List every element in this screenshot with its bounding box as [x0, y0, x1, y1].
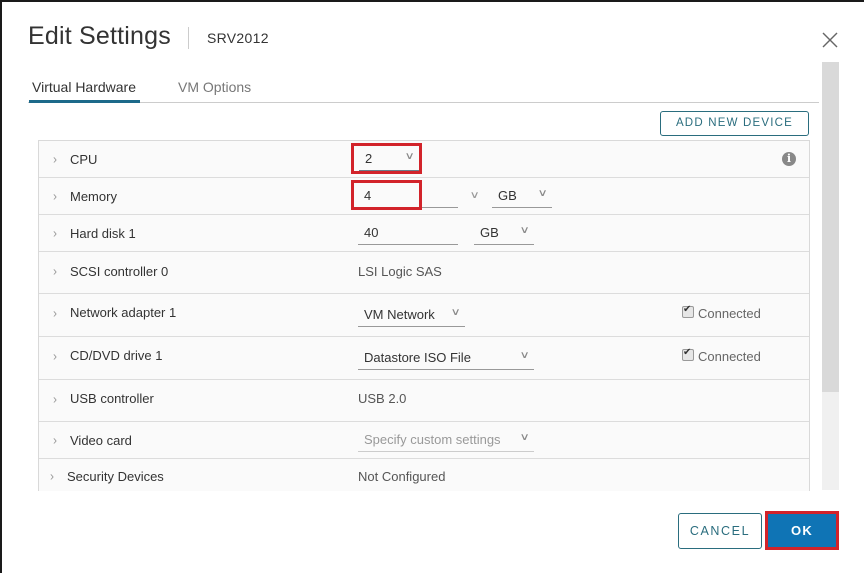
tab-virtual-hardware[interactable]: Virtual Hardware [28, 79, 141, 103]
chevron-down-icon: ∨ [537, 188, 548, 199]
cddvd-connected-label: Connected [698, 349, 761, 364]
chevron-down-icon: ∨ [519, 225, 530, 236]
add-new-device-button[interactable]: ADD NEW DEVICE [660, 111, 809, 136]
expand-chevron-icon[interactable]: › [53, 348, 57, 363]
network-connected-checkbox[interactable] [682, 304, 694, 318]
hardware-row-scsi: › SCSI controller 0 LSI Logic SAS [39, 252, 809, 294]
dialog-title: Edit Settings [28, 22, 171, 50]
hard-disk-size-input[interactable]: 40 [358, 225, 458, 245]
chevron-down-icon: ∨ [450, 307, 461, 318]
scrollbar[interactable] [822, 62, 839, 490]
hard-disk-label: Hard disk 1 [70, 226, 136, 241]
memory-highlight-box [351, 180, 422, 210]
cddvd-value: Datastore ISO File [364, 350, 471, 365]
expand-chevron-icon[interactable]: › [53, 188, 57, 203]
chevron-down-icon: ∨ [519, 432, 530, 443]
hard-disk-unit-select[interactable]: GB ∨ [474, 225, 534, 245]
hard-disk-size: 40 [364, 225, 379, 240]
video-value: Specify custom settings [364, 432, 501, 447]
info-icon[interactable]: i [782, 152, 796, 166]
scsi-label: SCSI controller 0 [70, 264, 169, 279]
hardware-row-memory: › Memory 4 ∨ GB ∨ [39, 178, 809, 215]
expand-chevron-icon[interactable]: › [53, 225, 57, 240]
expand-chevron-icon[interactable]: › [53, 263, 57, 278]
memory-preset-dropdown-icon[interactable]: ∨ [470, 190, 480, 201]
ok-button[interactable]: OK [768, 514, 836, 547]
memory-unit-select[interactable]: GB ∨ [492, 188, 552, 208]
security-label: Security Devices [67, 469, 164, 484]
cancel-button[interactable]: CANCEL [678, 513, 762, 549]
expand-chevron-icon[interactable]: › [53, 305, 57, 320]
network-value: VM Network [364, 307, 435, 322]
tab-vm-options[interactable]: VM Options [178, 79, 251, 102]
window-frame-left [0, 0, 2, 573]
cpu-label: CPU [70, 152, 98, 167]
hardware-row-usb: › USB controller USB 2.0 [39, 380, 809, 422]
expand-chevron-icon[interactable]: › [53, 391, 57, 406]
hardware-list: › CPU 2 ∨ i › Memory 4 ∨ GB ∨ › Hard dis… [38, 140, 810, 491]
security-value: Not Configured [358, 469, 446, 484]
hardware-row-hard-disk: › Hard disk 1 40 GB ∨ [39, 215, 809, 252]
cddvd-select[interactable]: Datastore ISO File ∨ [358, 350, 534, 370]
network-connected-label: Connected [698, 306, 761, 321]
expand-chevron-icon[interactable]: › [53, 151, 57, 166]
chevron-down-icon: ∨ [519, 350, 530, 361]
cddvd-label: CD/DVD drive 1 [70, 348, 163, 363]
close-button[interactable] [820, 30, 840, 50]
video-select[interactable]: Specify custom settings ∨ [358, 432, 534, 452]
network-label: Network adapter 1 [70, 305, 177, 320]
video-label: Video card [70, 433, 132, 448]
vm-name: SRV2012 [207, 30, 269, 46]
hardware-row-cpu: › CPU 2 ∨ i [39, 141, 809, 178]
tab-bar: Virtual Hardware VM Options [28, 77, 819, 103]
network-select[interactable]: VM Network ∨ [358, 307, 465, 327]
usb-value: USB 2.0 [358, 391, 407, 406]
hard-disk-unit: GB [480, 225, 499, 240]
hardware-row-security: › Security Devices Not Configured [39, 459, 809, 491]
cddvd-connected-checkbox[interactable] [682, 347, 694, 361]
scrollbar-thumb[interactable] [822, 62, 839, 392]
usb-label: USB controller [70, 391, 154, 406]
window-frame-top [0, 0, 864, 2]
scsi-value: LSI Logic SAS [358, 264, 442, 279]
expand-chevron-icon[interactable]: › [53, 432, 57, 447]
hardware-row-cddvd: › CD/DVD drive 1 Datastore ISO File ∨ Co… [39, 337, 809, 380]
memory-unit: GB [498, 188, 517, 203]
title-separator [188, 27, 189, 49]
hardware-row-video: › Video card Specify custom settings ∨ [39, 422, 809, 459]
close-icon [822, 32, 838, 48]
memory-label: Memory [70, 189, 117, 204]
expand-chevron-icon[interactable]: › [50, 468, 54, 483]
hardware-row-network: › Network adapter 1 VM Network ∨ Connect… [39, 294, 809, 337]
cpu-highlight-box [351, 143, 422, 174]
